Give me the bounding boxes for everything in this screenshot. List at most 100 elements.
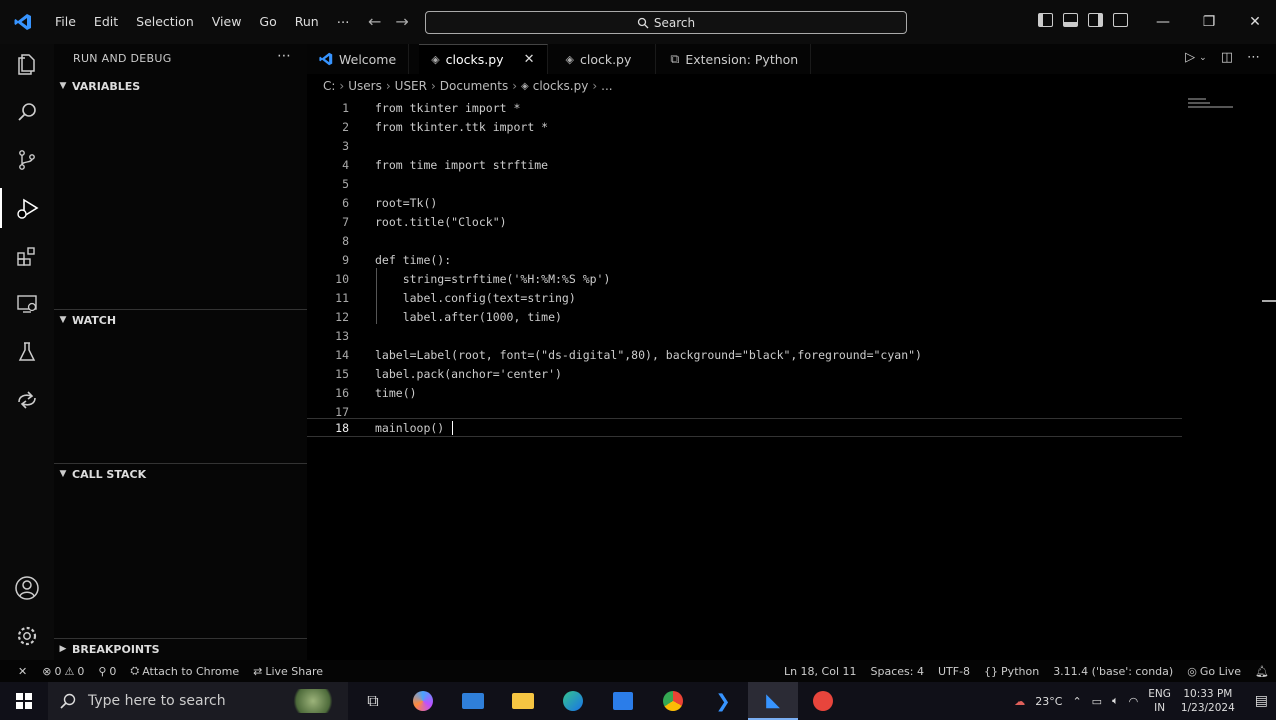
temperature[interactable]: 23°C — [1035, 695, 1062, 708]
split-editor-icon[interactable]: ◫ — [1221, 50, 1233, 65]
close-icon[interactable]: ✕ — [1232, 0, 1276, 44]
tab-extension-python[interactable]: ⧉ Extension: Python — [656, 44, 812, 74]
restore-icon[interactable]: ❐ — [1186, 0, 1232, 44]
sidebar-more-icon[interactable]: ⋯ — [277, 48, 291, 64]
chevron-right-icon: ▶ — [59, 644, 67, 654]
vscode-active-taskbar-icon[interactable]: ◣ — [748, 682, 798, 720]
language-mode[interactable]: {} Python — [977, 665, 1046, 678]
screen-recorder-icon[interactable] — [798, 682, 848, 720]
code-line: 3 — [307, 136, 1187, 155]
remote-indicator[interactable]: ✕ — [0, 665, 35, 678]
windows-start-icon[interactable] — [0, 682, 48, 720]
variables-section-header[interactable]: ▼ VARIABLES — [54, 75, 307, 97]
notifications-bell-icon[interactable]: 🔔︎ — [1248, 665, 1276, 678]
tab-welcome[interactable]: Welcome — [307, 44, 410, 74]
accounts-icon[interactable] — [0, 568, 54, 608]
explorer-icon[interactable] — [0, 44, 54, 84]
error-count: 0 — [54, 664, 62, 678]
go-live-button[interactable]: ◎ Go Live — [1180, 665, 1248, 678]
run-and-debug-sidebar: RUN AND DEBUG ⋯ ▼ VARIABLES ▼ WATCH ▼ CA… — [54, 44, 307, 660]
language-indicator[interactable]: ENG IN — [1148, 687, 1171, 715]
menu-edit[interactable]: Edit — [85, 0, 127, 44]
edge-icon[interactable] — [548, 682, 598, 720]
menu-run[interactable]: Run — [286, 0, 328, 44]
source-control-icon[interactable] — [0, 140, 54, 180]
file-explorer-icon[interactable] — [498, 682, 548, 720]
breakpoints-section-header[interactable]: ▶ BREAKPOINTS — [54, 638, 307, 660]
clock[interactable]: 10:33 PM 1/23/2024 — [1181, 687, 1235, 715]
run-and-debug-icon[interactable] — [0, 188, 54, 228]
testing-flask-icon[interactable] — [0, 332, 54, 372]
search-icon — [637, 17, 649, 28]
extensions-icon[interactable] — [0, 236, 54, 276]
search-view-icon[interactable] — [0, 92, 54, 132]
vscode-taskbar-icon[interactable]: ❯ — [698, 682, 748, 720]
menu-file[interactable]: File — [46, 0, 85, 44]
taskbar-search[interactable]: Type here to search — [48, 682, 348, 720]
settings-gear-icon[interactable] — [0, 616, 54, 656]
toggle-primary-sidebar-icon[interactable] — [1038, 13, 1053, 27]
task-view-icon[interactable]: ⧉ — [348, 682, 398, 720]
ports-icon: ⚲ — [98, 664, 107, 678]
weather-icon[interactable]: ☁ — [1014, 695, 1025, 708]
store-icon[interactable] — [598, 682, 648, 720]
line-number: 9 — [342, 252, 349, 267]
python-interpreter[interactable]: 3.11.4 ('base': conda) — [1046, 665, 1180, 678]
menu-selection[interactable]: Selection — [127, 0, 203, 44]
menu-view[interactable]: View — [203, 0, 251, 44]
chevron-right-icon: › — [592, 79, 598, 93]
minimap[interactable] — [1188, 98, 1238, 118]
volume-icon[interactable]: 🔈︎ — [1112, 694, 1119, 708]
breadcrumb-item[interactable]: Documents — [440, 79, 508, 93]
chevron-down-icon[interactable]: ⌄ — [1199, 53, 1207, 65]
toggle-secondary-sidebar-icon[interactable] — [1088, 13, 1103, 27]
minimap-line — [1188, 102, 1210, 104]
back-arrow-icon[interactable]: ← — [368, 12, 381, 31]
breadcrumb-item[interactable]: USER — [395, 79, 427, 93]
scrollbar-marker[interactable] — [1262, 300, 1276, 302]
breadcrumb-item[interactable]: Users — [348, 79, 382, 93]
minimize-icon[interactable]: — — [1140, 0, 1186, 44]
battery-icon[interactable]: ▭ — [1092, 695, 1102, 708]
mail-icon[interactable] — [448, 682, 498, 720]
more-actions-icon[interactable]: ⋯ — [1247, 50, 1260, 65]
customize-layout-icon[interactable] — [1113, 13, 1128, 27]
ports-indicator[interactable]: ⚲ 0 — [91, 665, 123, 678]
copilot-icon[interactable] — [398, 682, 448, 720]
warning-icon: ⚠ — [64, 664, 75, 678]
cursor-position[interactable]: Ln 18, Col 11 — [777, 665, 864, 678]
indentation[interactable]: Spaces: 4 — [864, 665, 931, 678]
code-text: label=Label(root, font=("ds-digital",80)… — [375, 347, 922, 362]
chrome-icon[interactable] — [648, 682, 698, 720]
breadcrumb-item[interactable]: C: — [323, 79, 335, 93]
remote-explorer-icon[interactable] — [0, 284, 54, 324]
encoding[interactable]: UTF-8 — [931, 665, 977, 678]
close-tab-icon[interactable]: ✕ — [524, 52, 535, 67]
menu-more[interactable]: ⋯ — [328, 0, 359, 44]
notification-center-icon[interactable]: ▤ — [1255, 693, 1268, 709]
toggle-panel-icon[interactable] — [1063, 13, 1078, 27]
tab-clock-py[interactable]: ◈ clock.py — [548, 44, 657, 74]
tab-clocks-py[interactable]: ◈ clocks.py ✕ — [419, 44, 548, 74]
wifi-icon[interactable]: ◠ — [1129, 695, 1139, 708]
menu-go[interactable]: Go — [250, 0, 285, 44]
forward-arrow-icon[interactable]: → — [395, 12, 408, 31]
code-line: 9 def time(): — [307, 250, 1187, 269]
call-stack-section-header[interactable]: ▼ CALL STACK — [54, 463, 307, 485]
attach-to-chrome-button[interactable]: ⛭ Attach to Chrome — [123, 664, 246, 678]
line-number: 3 — [342, 138, 349, 153]
breadcrumb-item[interactable]: clocks.py — [533, 79, 589, 93]
problems-indicator[interactable]: ⊗ 0 ⚠ 0 — [35, 665, 91, 678]
watch-section-header[interactable]: ▼ WATCH — [54, 309, 307, 331]
command-center-search[interactable]: Search — [425, 11, 907, 34]
ports-count: 0 — [109, 664, 117, 678]
system-tray: ☁ 23°C ⌃ ▭ 🔈︎ ◠ ENG IN 10:33 PM 1/23/202… — [1014, 682, 1276, 720]
live-share-icon[interactable] — [0, 380, 54, 420]
chevron-up-icon[interactable]: ⌃ — [1072, 695, 1081, 708]
run-python-file-icon[interactable]: ▷ — [1185, 50, 1195, 65]
live-share-button[interactable]: ⇄ Live Share — [246, 665, 330, 678]
code-editor[interactable]: 1 from tkinter import * 2 from tkinter.ttk… — [307, 98, 1276, 660]
breadcrumb-item[interactable]: ... — [601, 79, 612, 93]
clock-date: 1/23/2024 — [1180, 702, 1235, 714]
code-text: label.pack(anchor='center') — [375, 366, 562, 381]
